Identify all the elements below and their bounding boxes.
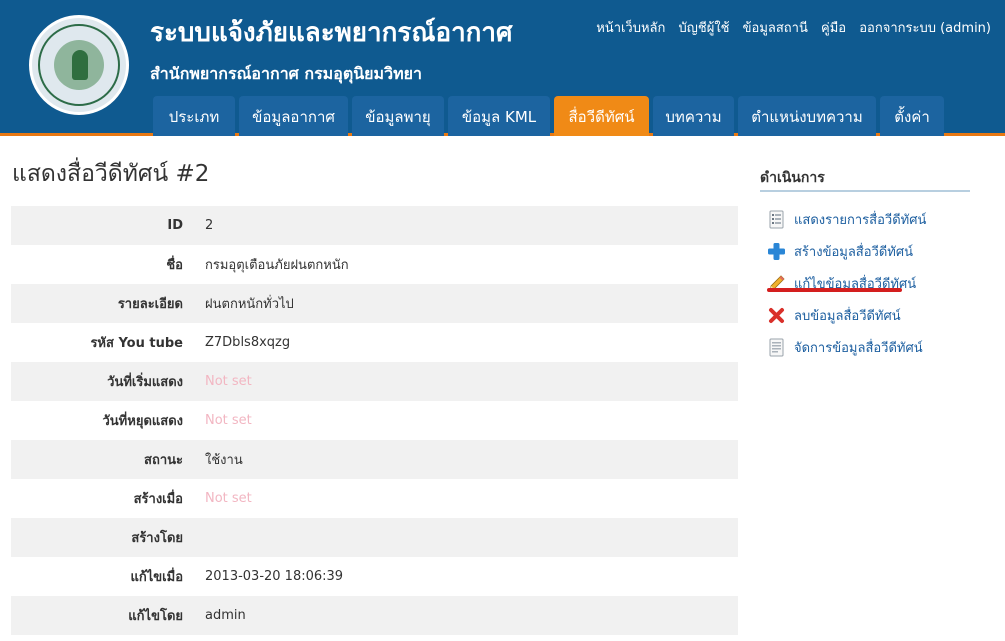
row-value: Z7Dbls8xqzg — [205, 335, 291, 350]
site-title: ระบบแจ้งภัยและพยากรณ์อากาศ — [150, 18, 513, 48]
link-account[interactable]: บัญชีผู้ใช้ — [679, 21, 730, 36]
tab-storm[interactable]: ข้อมูลพายุ — [352, 96, 444, 136]
row-label: วันที่เริ่มแสดง — [107, 375, 183, 390]
row-value: Not set — [205, 374, 252, 389]
tab-kml[interactable]: ข้อมูล KML — [448, 96, 550, 136]
detail-row-updated-by: แก้ไขโดย admin — [11, 596, 738, 635]
row-value: 2013-03-20 18:06:39 — [205, 569, 344, 584]
link-home[interactable]: หน้าเว็บหลัก — [596, 21, 665, 36]
tab-settings[interactable]: ตั้งค่า — [880, 96, 944, 136]
page-title: แสดงสื่อวีดีทัศน์ #2 — [12, 161, 210, 187]
row-label: รายละเอียด — [117, 297, 183, 312]
tab-article-position[interactable]: ตำแหน่งบทความ — [738, 96, 876, 136]
tab-video[interactable]: สื่อวีดีทัศน์ — [554, 96, 649, 136]
site-subtitle: สำนักพยากรณ์อากาศ กรมอุตุนิยมวิทยา — [150, 64, 422, 83]
row-label: ชื่อ — [166, 258, 183, 273]
detail-row-name: ชื่อ กรมอุตุเตือนภัยฝนตกหนัก — [11, 245, 738, 284]
detail-row-youtube-id: รหัส You tube Z7Dbls8xqzg — [11, 323, 738, 362]
detail-table: ID 2 ชื่อ กรมอุตุเตือนภัยฝนตกหนัก รายละเ… — [11, 206, 738, 635]
row-value: admin — [205, 608, 246, 623]
detail-row-created-by: สร้างโดย — [11, 518, 738, 557]
row-label: แก้ไขโดย — [128, 609, 183, 624]
sidebar-item-label: สร้างข้อมูลสื่อวีดีทัศน์ — [794, 244, 913, 260]
delete-icon — [767, 306, 786, 325]
row-label: สร้างเมื่อ — [133, 492, 183, 507]
detail-row-created-at: สร้างเมื่อ Not set — [11, 479, 738, 518]
row-value: 2 — [205, 218, 214, 233]
sidebar-menu: แสดงรายการสื่อวีดีทัศน์ สร้างข้อมูลสื่อว… — [767, 203, 926, 363]
sidebar-item-delete[interactable]: ลบข้อมูลสื่อวีดีทัศน์ — [767, 299, 926, 331]
edit-highlight-underline — [767, 288, 902, 292]
sidebar-item-edit[interactable]: แก้ไขข้อมูลสื่อวีดีทัศน์ — [767, 267, 926, 299]
detail-row-start-date: วันที่เริ่มแสดง Not set — [11, 362, 738, 401]
row-value: Not set — [205, 491, 252, 506]
row-label: สถานะ — [144, 453, 183, 468]
detail-row-end-date: วันที่หยุดแสดง Not set — [11, 401, 738, 440]
link-logout[interactable]: ออกจากระบบ (admin) — [859, 21, 991, 36]
sidebar-item-label: ลบข้อมูลสื่อวีดีทัศน์ — [794, 308, 901, 324]
sidebar-item-create[interactable]: สร้างข้อมูลสื่อวีดีทัศน์ — [767, 235, 926, 267]
detail-row-description: รายละเอียด ฝนตกหนักทั่วไป — [11, 284, 738, 323]
row-label: แก้ไขเมื่อ — [130, 570, 184, 585]
sidebar-item-label: แสดงรายการสื่อวีดีทัศน์ — [794, 212, 927, 228]
row-value: ฝนตกหนักทั่วไป — [205, 297, 294, 312]
list-icon — [767, 210, 786, 229]
tab-weather[interactable]: ข้อมูลอากาศ — [239, 96, 348, 136]
row-label: วันที่หยุดแสดง — [102, 414, 184, 429]
detail-row-updated-at: แก้ไขเมื่อ 2013-03-20 18:06:39 — [11, 557, 738, 596]
header: ระบบแจ้งภัยและพยากรณ์อากาศ สำนักพยากรณ์อ… — [0, 0, 1005, 136]
link-station[interactable]: ข้อมูลสถานี — [743, 21, 808, 36]
tab-articles[interactable]: บทความ — [653, 96, 734, 136]
row-value: Not set — [205, 413, 252, 428]
row-label: สร้างโดย — [131, 531, 183, 546]
document-icon — [767, 338, 786, 357]
row-label: รหัส You tube — [90, 336, 183, 351]
row-value: ใช้งาน — [205, 453, 243, 468]
sidebar-item-label: จัดการข้อมูลสื่อวีดีทัศน์ — [794, 340, 923, 356]
detail-row-id: ID 2 — [11, 206, 738, 245]
logo-figure — [72, 50, 88, 80]
top-links: หน้าเว็บหลัก บัญชีผู้ใช้ ข้อมูลสถานี คู่… — [587, 17, 991, 38]
row-value: กรมอุตุเตือนภัยฝนตกหนัก — [205, 258, 349, 273]
sidebar-divider — [760, 190, 970, 192]
department-logo[interactable] — [29, 15, 129, 115]
sidebar-item-manage[interactable]: จัดการข้อมูลสื่อวีดีทัศน์ — [767, 331, 926, 363]
row-label: ID — [167, 218, 183, 233]
plus-icon — [767, 242, 786, 261]
sidebar-item-list[interactable]: แสดงรายการสื่อวีดีทัศน์ — [767, 203, 926, 235]
tab-category[interactable]: ประเภท — [153, 96, 235, 136]
detail-row-status: สถานะ ใช้งาน — [11, 440, 738, 479]
sidebar-title: ดำเนินการ — [760, 170, 825, 186]
link-manual[interactable]: คู่มือ — [821, 21, 846, 36]
